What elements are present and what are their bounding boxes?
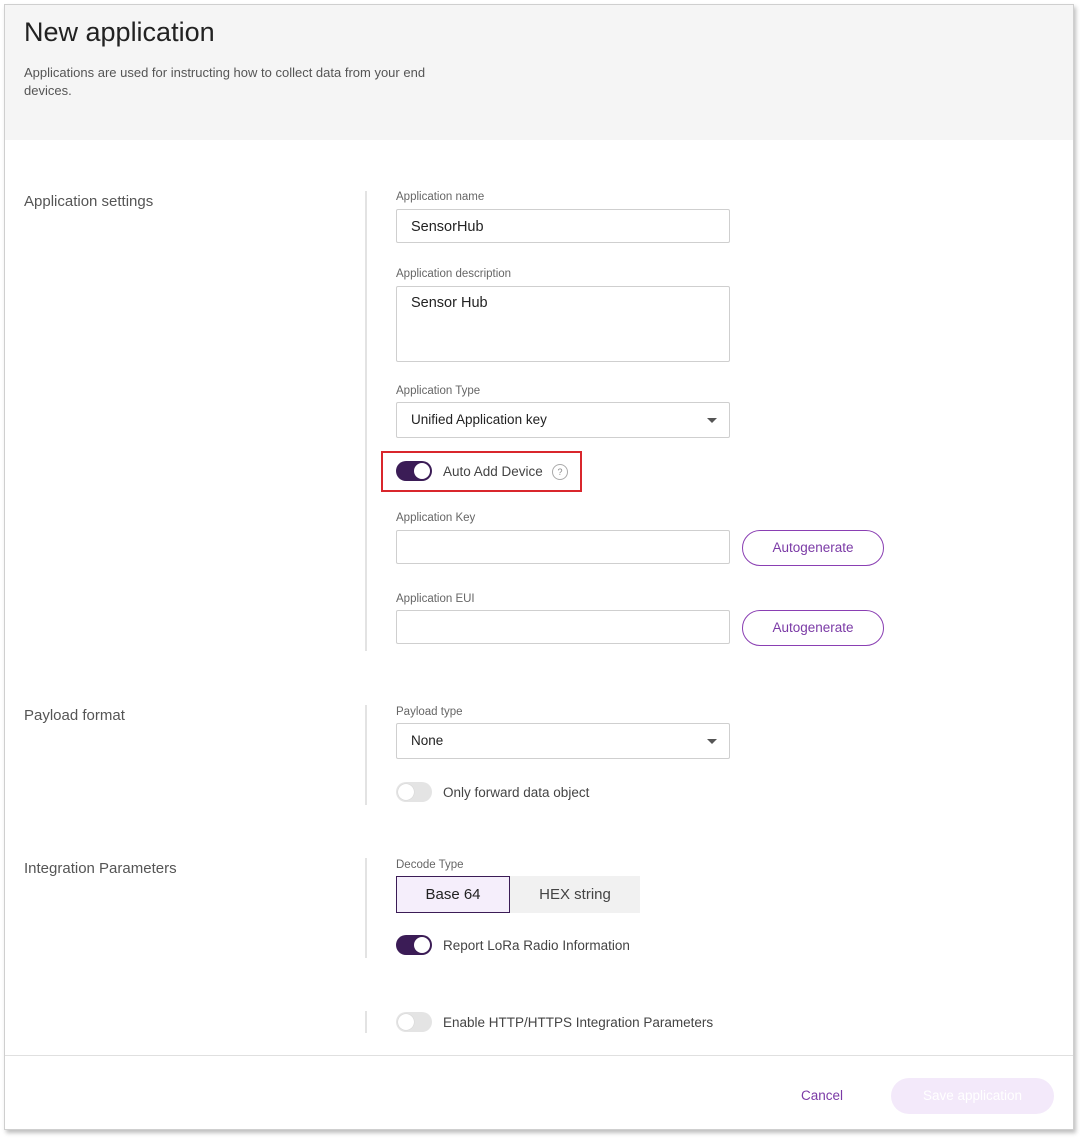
application-description-textarea[interactable]: Sensor Hub [396, 286, 730, 362]
section-divider [365, 191, 367, 651]
payload-type-select[interactable]: None [396, 723, 730, 759]
toggle-knob [398, 1014, 414, 1030]
decode-option-base64[interactable]: Base 64 [396, 876, 510, 913]
save-application-button[interactable]: Save application [891, 1078, 1054, 1114]
application-key-input[interactable] [396, 530, 730, 564]
page-title: New application [24, 17, 215, 47]
report-lora-toggle[interactable] [396, 935, 432, 955]
new-application-panel: New application Applications are used fo… [4, 4, 1074, 1130]
application-type-select[interactable]: Unified Application key [396, 402, 730, 438]
chevron-down-icon [707, 418, 717, 423]
http-integration-label: Enable HTTP/HTTPS Integration Parameters [443, 1015, 714, 1030]
application-name-label: Application name [396, 191, 485, 203]
application-type-value: Unified Application key [411, 412, 547, 427]
toggle-knob [398, 784, 414, 800]
autogenerate-key-button[interactable]: Autogenerate [742, 530, 884, 566]
decode-option-hex[interactable]: HEX string [510, 876, 640, 913]
footer-divider [5, 1055, 1073, 1056]
auto-add-device-label: Auto Add Device [443, 464, 543, 479]
application-type-label: Application Type [396, 385, 481, 397]
application-eui-input[interactable] [396, 610, 730, 644]
section-integration-parameters: Integration Parameters [24, 860, 177, 877]
chevron-down-icon [707, 739, 717, 744]
report-lora-label: Report LoRa Radio Information [443, 938, 630, 953]
section-application-settings: Application settings [24, 193, 154, 210]
page-header: New application Applications are used fo… [5, 5, 1073, 140]
page-subtitle: Applications are used for instructing ho… [24, 65, 426, 98]
decode-type-label: Decode Type [396, 859, 464, 871]
section-divider [365, 705, 367, 805]
only-forward-label: Only forward data object [443, 785, 590, 800]
autogenerate-eui-button[interactable]: Autogenerate [742, 610, 884, 646]
toggle-knob [414, 937, 430, 953]
http-integration-toggle[interactable] [396, 1012, 432, 1032]
cancel-button[interactable]: Cancel [801, 1088, 843, 1103]
section-divider [365, 858, 367, 958]
application-description-label: Application description [396, 268, 512, 280]
payload-type-value: None [411, 733, 444, 748]
only-forward-toggle[interactable] [396, 782, 432, 802]
payload-type-label: Payload type [396, 706, 463, 718]
help-icon[interactable]: ? [552, 464, 568, 480]
application-key-label: Application Key [396, 512, 476, 524]
application-name-input[interactable]: SensorHub [396, 209, 730, 243]
toggle-knob [414, 463, 430, 479]
application-eui-label: Application EUI [396, 593, 475, 605]
auto-add-device-toggle[interactable] [396, 461, 432, 481]
section-payload-format: Payload format [24, 707, 125, 724]
section-divider [365, 1011, 367, 1033]
